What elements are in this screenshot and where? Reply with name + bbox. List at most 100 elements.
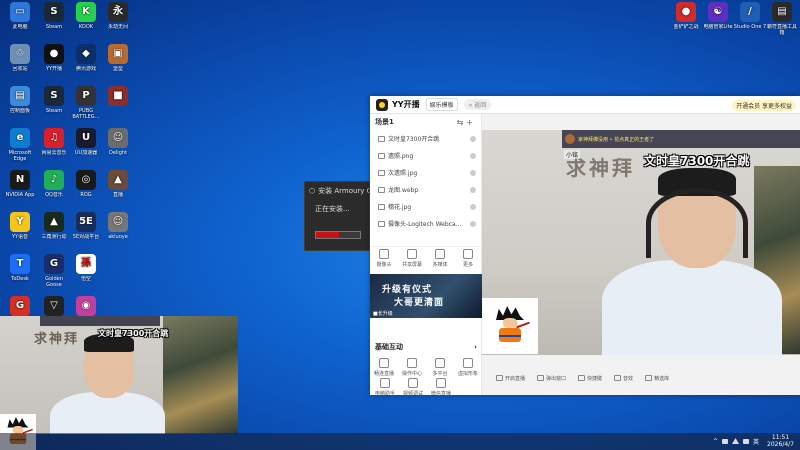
desktop-icon[interactable]: T ToDesk bbox=[3, 254, 37, 288]
desktop-icon[interactable]: ♪ QQ音乐 bbox=[37, 170, 71, 204]
desktop-icon[interactable]: 孫悟空 bbox=[69, 254, 103, 288]
ime-indicator[interactable]: 英 bbox=[753, 437, 759, 446]
desktop-icon[interactable]: ▭ 此电脑 bbox=[3, 2, 37, 36]
desktop-icon[interactable]: ☯ 电脑管家Lite bbox=[701, 2, 735, 36]
source-name: 文时皇7300开合跳 bbox=[388, 136, 440, 143]
desktop-icon[interactable]: / Studio One 7 bbox=[733, 2, 767, 36]
taskbar-clock[interactable]: 11:51 2026/4/7 bbox=[767, 434, 794, 448]
desktop-icon-label: 控制面板 bbox=[9, 108, 30, 114]
basic-interaction-header[interactable]: 基础互动 › bbox=[370, 340, 482, 354]
bottom-bar-button[interactable]: 音效 bbox=[614, 375, 633, 382]
yy-window[interactable]: YY开播 娱乐模板 « 返回 开通会员 享更多权益 场景1 ⇆+ 文时皇7300… bbox=[370, 96, 800, 398]
source-name: 次遗照.jpg bbox=[388, 170, 418, 177]
tool-icon bbox=[408, 378, 418, 388]
yy-scene-panel: 场景1 ⇆+ 文时皇7300开合跳 遗照.png 次遗照.jpg 龙图.webp 穗花.… bbox=[370, 114, 482, 398]
scene-add-icon[interactable]: + bbox=[466, 118, 476, 127]
desktop-icon-label: 腾讯游戏 bbox=[75, 66, 96, 72]
yy-vip-button[interactable]: 开通会员 享更多权益 bbox=[732, 100, 796, 111]
tool-button[interactable]: 电脑助手 bbox=[373, 376, 397, 398]
desktop-icon[interactable]: ● 金铲铲之战 bbox=[669, 2, 703, 36]
source-list: 文时皇7300开合跳遗照.png 次遗照.jpg 龙图.webp 穗花.jpg 摄像头-… bbox=[370, 130, 481, 232]
battery-icon[interactable] bbox=[743, 438, 750, 444]
desktop-icon[interactable]: ▤ 霸符直播工具箱 bbox=[765, 2, 799, 36]
desktop-icon-label: Golden Goose bbox=[45, 276, 63, 288]
desktop-icon[interactable]: ☺ akluoye bbox=[101, 212, 135, 246]
source-type-icon bbox=[378, 186, 385, 193]
app-icon: / bbox=[740, 2, 760, 22]
desktop-icon[interactable]: ▤ 控制面板 bbox=[3, 86, 37, 120]
visibility-icon[interactable] bbox=[470, 220, 476, 227]
desktop-icon[interactable]: 永永劫无间 bbox=[101, 2, 135, 36]
bottom-bar-button[interactable]: 精选库 bbox=[645, 375, 669, 382]
desktop-icon[interactable]: S Steam bbox=[37, 2, 71, 36]
source-item[interactable]: 次遗照.jpg bbox=[370, 164, 481, 181]
tool-button[interactable]: 共享屏幕 bbox=[399, 247, 425, 272]
stream-preview[interactable]: 求神拜 家神拜佛没用 • 花点真正的王者了 小铭 文时皇7300开合跳 bbox=[482, 130, 800, 355]
source-item[interactable]: 文时皇7300开合跳 bbox=[370, 130, 481, 147]
visibility-icon[interactable] bbox=[470, 186, 476, 193]
visibility-icon[interactable] bbox=[470, 169, 476, 176]
source-item[interactable]: 遗照.png bbox=[370, 147, 481, 164]
tool-button[interactable]: 更多 bbox=[455, 247, 481, 272]
tool-label: 共享屏幕 bbox=[401, 262, 422, 268]
desktop-icon-label: ToDesk bbox=[11, 276, 29, 282]
desktop-icon[interactable]: ◆ 腾讯游戏 bbox=[69, 44, 103, 78]
visibility-icon[interactable] bbox=[470, 152, 476, 159]
tool-button[interactable]: 多媒体 bbox=[427, 247, 453, 272]
tool-button[interactable]: 视频调试 bbox=[401, 376, 425, 398]
desktop-icon[interactable]: ◎ ROG bbox=[69, 170, 103, 204]
desktop-icon[interactable]: ▲ 直播 bbox=[101, 170, 135, 204]
app-icon: ▤ bbox=[10, 86, 30, 106]
yy-back-button[interactable]: « 返回 bbox=[463, 99, 492, 110]
desktop-icon[interactable]: Y YY语音 bbox=[3, 212, 37, 246]
desktop-icon[interactable]: S Steam bbox=[37, 86, 71, 120]
desktop-icon[interactable]: U UU加速器 bbox=[69, 128, 103, 162]
desktop-icon[interactable]: ☺ Delight bbox=[101, 128, 135, 162]
desktop-icon[interactable]: N NVIDIA App bbox=[3, 170, 37, 204]
desktop-icon[interactable]: G Golden Goose bbox=[37, 254, 71, 288]
installer-dialog[interactable]: ⬡ 安装 Armoury Cr 正在安装... bbox=[304, 181, 370, 251]
ad-banner[interactable]: 升级有仪式 大哥更清面 ■长升级 bbox=[370, 274, 482, 318]
chat-strip: 家神拜佛没用 • 花点真正的王者了 bbox=[562, 130, 800, 148]
desktop-icon[interactable]: ♲ 回收站 bbox=[3, 44, 37, 78]
tray-chevron-icon[interactable]: ^ bbox=[713, 438, 718, 445]
desktop-icon-label: akluoye bbox=[108, 234, 128, 240]
source-item[interactable]: 龙图.webp bbox=[370, 181, 481, 198]
desktop-icon[interactable]: ● YY开播 bbox=[37, 44, 71, 78]
app-icon: 孫 bbox=[76, 254, 96, 274]
tool-button[interactable]: 畅连直播 bbox=[372, 356, 396, 378]
visibility-icon[interactable] bbox=[470, 135, 476, 142]
desktop-icon[interactable]: 5E 5E对战平台 bbox=[69, 212, 103, 246]
bottom-bar-button[interactable]: 开启直播 bbox=[496, 375, 525, 382]
desktop-icon-label: 此电脑 bbox=[12, 24, 28, 30]
tool-button[interactable]: 多平台 bbox=[428, 356, 452, 378]
desktop-icon[interactable]: ■ bbox=[101, 86, 135, 120]
bottom-bar-button[interactable]: 快捷键 bbox=[578, 375, 602, 382]
tool-button[interactable]: 操作中心 bbox=[400, 356, 424, 378]
desktop-icon[interactable]: e Microsoft Edge bbox=[3, 128, 37, 162]
desktop-icon[interactable]: P PUBG BATTLEG… bbox=[69, 86, 103, 120]
desktop-icon[interactable]: ▲ 三角洲行动 bbox=[37, 212, 71, 246]
yy-mode-button[interactable]: 娱乐模板 bbox=[425, 98, 458, 111]
goku-sticker bbox=[482, 298, 538, 354]
tool-button[interactable]: 微信直播 bbox=[429, 376, 453, 398]
desktop-icon-label: 霸符直播工具箱 bbox=[766, 24, 797, 36]
tool-button[interactable]: 虚拟形象 bbox=[456, 356, 480, 378]
source-item[interactable]: 穗花.jpg bbox=[370, 198, 481, 215]
volume-icon[interactable] bbox=[732, 438, 740, 444]
network-icon[interactable] bbox=[722, 438, 729, 444]
scene-switch-icon[interactable]: ⇆ bbox=[457, 118, 467, 127]
app-icon: ☺ bbox=[108, 212, 128, 232]
bottom-bar-button[interactable]: 弹出窗口 bbox=[537, 375, 566, 382]
app-icon: ♲ bbox=[10, 44, 30, 64]
app-icon: ▲ bbox=[108, 170, 128, 190]
app-icon: ☯ bbox=[708, 2, 728, 22]
source-item[interactable]: 摄像头-Logitech Webca... bbox=[370, 215, 481, 232]
desktop-icon[interactable]: K KOOK bbox=[69, 2, 103, 36]
app-icon: U bbox=[76, 128, 96, 148]
tool-button[interactable]: 摄像头 bbox=[371, 247, 397, 272]
desktop-icon-label: QQ音乐 bbox=[45, 192, 63, 198]
desktop-icon[interactable]: ▣ 堡垒 bbox=[101, 44, 135, 78]
visibility-icon[interactable] bbox=[470, 203, 476, 210]
desktop-icon[interactable]: ♫ 网易云音乐 bbox=[37, 128, 71, 162]
